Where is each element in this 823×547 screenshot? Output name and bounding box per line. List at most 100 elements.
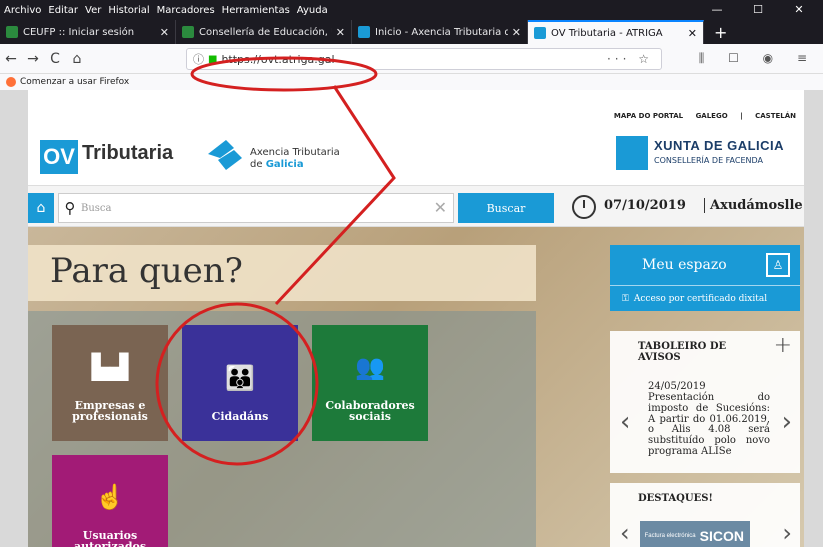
prev-arrow-icon[interactable]: ‹ xyxy=(620,407,630,437)
tab-label: CEUFP :: Iniciar sesión xyxy=(23,26,135,38)
site-map-link[interactable]: MAPA DO PORTAL xyxy=(614,112,683,120)
tab-ceufp[interactable]: CEUFP :: Iniciar sesión ✕ xyxy=(0,20,176,44)
highlight-image-text: SICON xyxy=(699,528,744,544)
close-tab-icon[interactable]: ✕ xyxy=(688,27,697,40)
axencia-logo-icon xyxy=(208,140,242,170)
tab-bar: CEUFP :: Iniciar sesión ✕ Consellería de… xyxy=(0,20,823,44)
tile-label: Cidadáns xyxy=(211,410,269,424)
menu-herramientas[interactable]: Herramientas xyxy=(222,5,290,16)
certificate-link[interactable]: ⚿ Acceso por certificado dixital xyxy=(610,285,800,311)
tile-label: Colaboradores sociais xyxy=(325,398,415,424)
tab-label: Inicio - Axencia Tributaria de Ga xyxy=(375,26,508,38)
menu-marcadores[interactable]: Marcadores xyxy=(157,5,215,16)
meu-espazo-panel[interactable]: Meu espazo ♙ ⚿ Acceso por certificado di… xyxy=(610,245,800,311)
window-controls: — ☐ ✕ xyxy=(700,0,823,20)
maximize-button[interactable]: ☐ xyxy=(741,0,775,20)
site-favicon-icon xyxy=(358,26,370,38)
close-tab-icon[interactable]: ✕ xyxy=(512,26,521,39)
site-container: MAPA DO PORTAL GALEGO | CASTELÁN OV Trib… xyxy=(28,90,804,547)
notice-date: 24/05/2019 xyxy=(648,381,706,392)
close-tab-icon[interactable]: ✕ xyxy=(336,26,345,39)
tile-colaboradores[interactable]: 👥 Colaboradores sociais xyxy=(312,325,428,441)
certificate-link-label: Acceso por certificado dixital xyxy=(633,293,768,304)
hero-section: Para quen? ▙▟ Empresas e profesionais 👪 … xyxy=(28,227,804,547)
search-row: ⌂ ⚲ Busca ✕ Buscar 07/10/2019 Axudámosll… xyxy=(28,185,804,227)
help-link[interactable]: Axudámoslle! xyxy=(704,198,804,213)
tile-usuarios[interactable]: ☝ Usuarios autorizados xyxy=(52,455,168,547)
close-window-button[interactable]: ✕ xyxy=(782,0,816,20)
new-tab-button[interactable]: + xyxy=(704,20,737,44)
top-links: MAPA DO PORTAL GALEGO | CASTELÁN xyxy=(604,112,796,120)
factory-icon: ▙▟ xyxy=(91,352,129,381)
home-button[interactable]: ⌂ xyxy=(66,51,88,67)
lang-separator: | xyxy=(740,112,743,120)
bookmark-getting-started[interactable]: Comenzar a usar Firefox xyxy=(20,77,129,87)
ov-logo[interactable]: OV xyxy=(40,140,78,174)
firefox-icon xyxy=(6,77,16,87)
minimize-button[interactable]: — xyxy=(700,0,734,20)
tile-cidadans[interactable]: 👪 Cidadáns xyxy=(182,325,298,441)
search-placeholder: Busca xyxy=(81,202,112,214)
menu-editar[interactable]: Editar xyxy=(48,5,78,16)
tributaria-logo-text[interactable]: Tributaria xyxy=(82,142,173,165)
prev-arrow-icon[interactable]: ‹ xyxy=(620,519,630,547)
tab-label: OV Tributaria - ATRIGA xyxy=(551,27,663,39)
tab-conselleria[interactable]: Consellería de Educación, Unive ✕ xyxy=(176,20,352,44)
address-bar[interactable]: ⓘ ■ https://ovt.atriga.gal ··· ☆ xyxy=(186,48,662,70)
tile-label: Empresas e profesionais xyxy=(72,398,148,424)
menu-ver[interactable]: Ver xyxy=(85,5,101,16)
xunta-title: XUNTA DE GALICIA xyxy=(654,138,785,153)
site-favicon-icon xyxy=(182,26,194,38)
close-tab-icon[interactable]: ✕ xyxy=(160,26,169,39)
site-favicon-icon xyxy=(6,26,18,38)
key-icon: ⚿ xyxy=(622,293,629,304)
lang-galego-link[interactable]: GALEGO xyxy=(696,112,728,120)
tile-label: Usuarios autorizados xyxy=(73,528,147,547)
reload-button[interactable]: C xyxy=(44,51,66,67)
menu-ayuda[interactable]: Ayuda xyxy=(297,5,328,16)
toolbar-right-icons[interactable]: ⫼ ☐ ◉ ≡ xyxy=(699,51,817,66)
back-button[interactable]: ← xyxy=(0,51,22,67)
forward-button[interactable]: → xyxy=(22,51,44,67)
notice-board-title: TABOLEIRO DE AVISOS xyxy=(638,341,727,363)
notice-board: TABOLEIRO DE AVISOS + ‹ 24/05/2019 Prese… xyxy=(610,331,800,473)
lang-castelan-link[interactable]: CASTELÁN xyxy=(755,112,796,120)
next-arrow-icon[interactable]: › xyxy=(782,407,792,437)
id-card-icon: ☝ xyxy=(95,482,125,511)
para-quen-banner: Para quen? xyxy=(28,245,536,301)
next-arrow-icon[interactable]: › xyxy=(782,519,792,547)
search-icon: ⚲ xyxy=(64,199,76,217)
xunta-subtitle: CONSELLERÍA DE FACENDA xyxy=(654,156,763,165)
axencia-name-line1: Axencia Tributaria xyxy=(250,147,340,158)
menu-archivo[interactable]: Archivo xyxy=(4,5,41,16)
axencia-name-line2: de Galicia xyxy=(250,159,304,170)
home-icon[interactable]: ⌂ xyxy=(28,193,54,223)
bookmarks-bar: Comenzar a usar Firefox xyxy=(0,74,823,90)
meu-espazo-title: Meu espazo xyxy=(642,257,727,273)
tile-empresas[interactable]: ▙▟ Empresas e profesionais xyxy=(52,325,168,441)
xunta-crest-icon xyxy=(616,136,648,170)
menu-historial[interactable]: Historial xyxy=(108,5,149,16)
highlights-panel: DESTAQUES! ‹ Factura electrónica SICON › xyxy=(610,483,800,547)
group-icon: 👥 xyxy=(355,352,385,381)
shield-icon[interactable]: ⓘ xyxy=(193,51,204,67)
search-button[interactable]: Buscar xyxy=(458,193,554,223)
clear-search-icon[interactable]: ✕ xyxy=(434,198,447,217)
search-input[interactable]: ⚲ Busca ✕ xyxy=(58,193,454,223)
site-favicon-icon xyxy=(534,27,546,39)
section-title: Para quen? xyxy=(50,251,243,291)
highlight-small-text: Factura electrónica xyxy=(644,533,696,539)
page-viewport: MAPA DO PORTAL GALEGO | CASTELÁN OV Trib… xyxy=(0,90,823,547)
tab-label: Consellería de Educación, Unive xyxy=(199,26,332,38)
navigation-bar: ← → C ⌂ ⓘ ■ https://ovt.atriga.gal ··· ☆… xyxy=(0,44,823,74)
tab-ov-tributaria[interactable]: OV Tributaria - ATRIGA ✕ xyxy=(528,20,704,44)
expand-icon[interactable]: + xyxy=(774,333,792,358)
lock-icon[interactable]: ■ xyxy=(208,54,217,65)
current-date: 07/10/2019 xyxy=(604,198,686,213)
highlight-image[interactable]: Factura electrónica SICON xyxy=(640,521,750,547)
page-actions[interactable]: ··· ☆ xyxy=(607,52,653,66)
menu-bar: Archivo Editar Ver Historial Marcadores … xyxy=(0,0,823,20)
url-text: https://ovt.atriga.gal xyxy=(221,52,335,66)
notice-text[interactable]: Presentación do imposto de Sucesións: A … xyxy=(648,392,770,458)
tab-axencia[interactable]: Inicio - Axencia Tributaria de Ga ✕ xyxy=(352,20,528,44)
